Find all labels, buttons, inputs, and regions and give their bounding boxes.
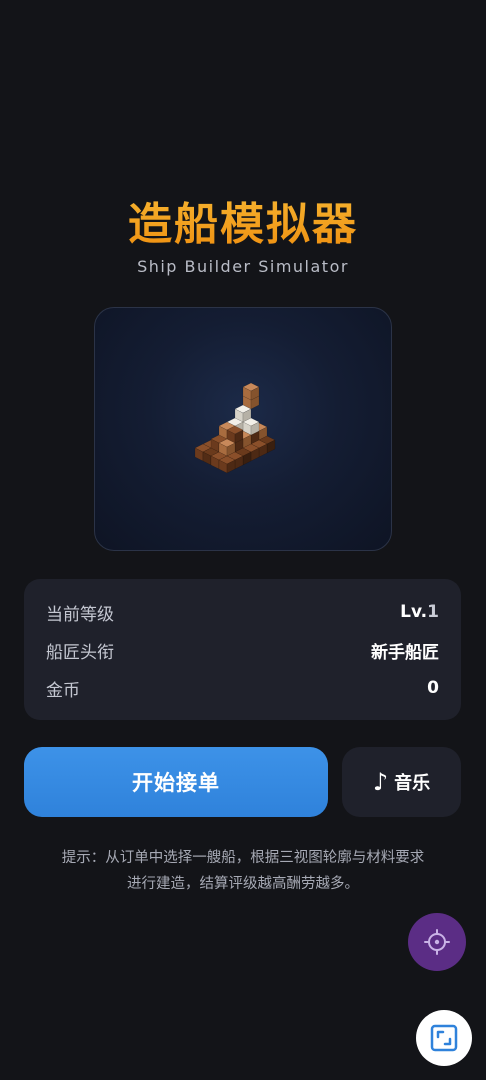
stat-rank-row: 船匠头衔 新手船匠 [46,635,439,665]
crosshair-icon [424,929,450,955]
frame-icon [430,1024,458,1052]
stat-level-row: 当前等级 Lv.1 [46,597,439,627]
stats-panel: 当前等级 Lv.1 船匠头衔 新手船匠 金币 0 [24,579,461,720]
level-prefix: Lv. [400,602,428,622]
voxel-ship-image [194,382,276,474]
music-toggle-button[interactable]: ♪ 音乐 [342,747,461,817]
music-note-icon: ♪ [372,768,389,796]
level-value: Lv.1 [400,602,439,622]
music-label: 音乐 [394,773,431,794]
gold-label: 金币 [46,680,80,701]
rank-value: 新手船匠 [371,642,439,663]
level-number: 1 [427,602,439,622]
app-subtitle: Ship Builder Simulator [137,257,349,276]
frame-fab[interactable] [416,1010,472,1066]
start-order-button[interactable]: 开始接单 [24,747,328,817]
hint-line-1: 提示：从订单中选择一艘船，根据三视图轮廓与材料要求 [61,850,425,866]
settings-fab[interactable] [408,913,466,971]
app-title: 造船模拟器 [0,188,486,252]
rank-label: 船匠头衔 [46,642,114,663]
hint-line-2: 进行建造，结算评级越高酬劳越多。 [127,876,359,892]
stat-gold-row: 金币 0 [46,673,439,703]
gold-value: 0 [427,678,439,698]
hint-text: 提示：从订单中选择一艘船，根据三视图轮廓与材料要求 进行建造，结算评级越高酬劳越… [30,845,456,897]
level-label: 当前等级 [46,604,114,625]
ship-preview [94,307,392,551]
